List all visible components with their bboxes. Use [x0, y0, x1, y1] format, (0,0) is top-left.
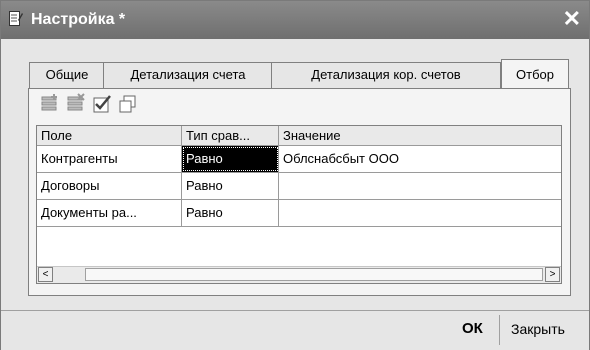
tab-filter[interactable]: Отбор: [501, 59, 569, 89]
column-header-field[interactable]: Поле: [37, 126, 182, 145]
table-row[interactable]: Контрагенты Равно Облснабсбыт ООО: [37, 146, 561, 173]
filter-table: Поле Тип срав... Значение Контрагенты Ра…: [36, 125, 562, 284]
window-title: Настройка *: [31, 11, 126, 28]
footer-divider: [499, 315, 500, 345]
column-header-value[interactable]: Значение: [279, 126, 561, 145]
cell-value[interactable]: Облснабсбыт ООО: [279, 146, 561, 172]
filter-tab-panel: Поле Тип срав... Значение Контрагенты Ра…: [28, 88, 571, 296]
close-icon[interactable]: ✕: [563, 6, 581, 32]
table-header: Поле Тип срав... Значение: [37, 126, 561, 146]
dialog-footer: ОК Закрыть: [1, 310, 589, 350]
table-row[interactable]: Документы ра... Равно: [37, 200, 561, 227]
ok-button[interactable]: ОК: [462, 320, 483, 337]
close-button[interactable]: Закрыть: [511, 321, 565, 337]
add-row-icon[interactable]: [39, 93, 61, 115]
cell-field[interactable]: Документы ра...: [37, 200, 182, 226]
cell-value[interactable]: [279, 200, 561, 226]
copy-icon[interactable]: [117, 93, 139, 115]
scrollbar-thumb[interactable]: [85, 268, 543, 281]
table-row[interactable]: Договоры Равно: [37, 173, 561, 200]
tab-corr-account-details[interactable]: Детализация кор. счетов: [271, 62, 501, 88]
title-bar[interactable]: Настройка * ✕: [1, 1, 589, 39]
cell-comparison-type[interactable]: Равно: [182, 146, 279, 172]
tab-general[interactable]: Общие: [29, 62, 105, 88]
horizontal-scrollbar[interactable]: < >: [37, 266, 561, 283]
check-all-icon[interactable]: [91, 93, 113, 115]
delete-row-icon[interactable]: [65, 93, 87, 115]
tab-account-details[interactable]: Детализация счета: [103, 62, 273, 88]
cell-field[interactable]: Контрагенты: [37, 146, 182, 172]
cell-comparison-type[interactable]: Равно: [182, 200, 279, 226]
cell-value[interactable]: [279, 173, 561, 199]
scroll-left-button[interactable]: <: [38, 267, 53, 282]
cell-comparison-type[interactable]: Равно: [182, 173, 279, 199]
cell-field[interactable]: Договоры: [37, 173, 182, 199]
settings-window: Настройка * ✕ Общие Детализация счета Де…: [0, 0, 590, 350]
settings-window-icon: [9, 11, 23, 26]
column-header-comparison-type[interactable]: Тип срав...: [182, 126, 279, 145]
scroll-right-button[interactable]: >: [545, 267, 560, 282]
